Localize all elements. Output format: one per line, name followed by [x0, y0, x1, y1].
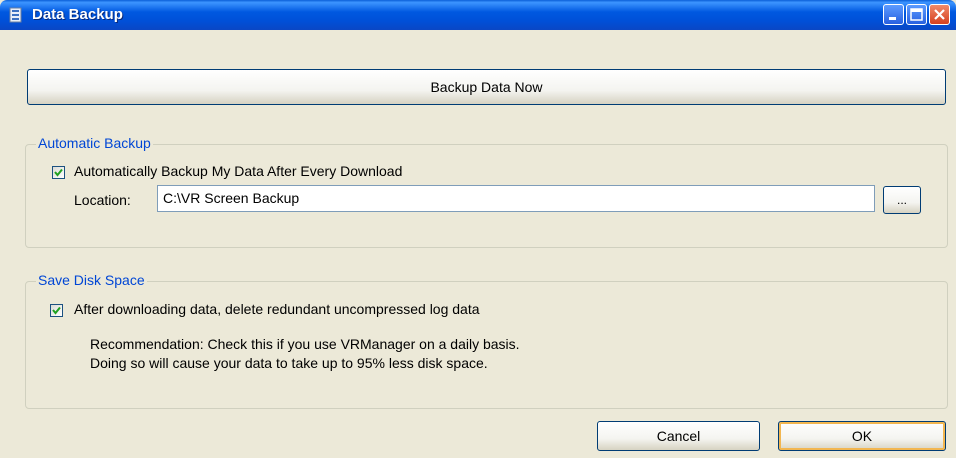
window-title: Data Backup — [32, 6, 123, 23]
close-icon — [934, 9, 945, 20]
recommendation-text-line-1: Recommendation: Check this if you use VR… — [90, 336, 520, 352]
checkmark-icon — [52, 306, 61, 315]
browse-button[interactable]: ... — [883, 186, 921, 214]
maximize-button[interactable] — [906, 4, 927, 25]
cancel-button[interactable]: Cancel — [597, 421, 760, 451]
delete-log-data-label[interactable]: After downloading data, delete redundant… — [74, 301, 480, 317]
close-button[interactable] — [929, 4, 950, 25]
auto-backup-label[interactable]: Automatically Backup My Data After Every… — [74, 163, 402, 179]
backup-data-now-button[interactable]: Backup Data Now — [27, 69, 946, 105]
ok-button[interactable]: OK — [778, 421, 946, 451]
save-disk-space-legend: Save Disk Space — [36, 272, 147, 288]
minimize-icon — [889, 17, 896, 20]
location-label: Location: — [74, 192, 131, 208]
recommendation-text-line-2: Doing so will cause your data to take up… — [90, 355, 488, 371]
minimize-button[interactable] — [883, 4, 904, 25]
delete-log-data-checkbox[interactable] — [50, 304, 63, 317]
app-document-icon — [9, 7, 23, 23]
maximize-icon — [910, 8, 923, 21]
checkmark-icon — [54, 168, 63, 177]
title-bar[interactable]: Data Backup — [0, 0, 956, 30]
data-backup-window: Data Backup Backup Data Now Automatic Ba… — [0, 0, 956, 458]
location-input[interactable]: C:\VR Screen Backup — [157, 185, 875, 212]
automatic-backup-legend: Automatic Backup — [36, 135, 153, 151]
auto-backup-checkbox[interactable] — [52, 166, 65, 179]
